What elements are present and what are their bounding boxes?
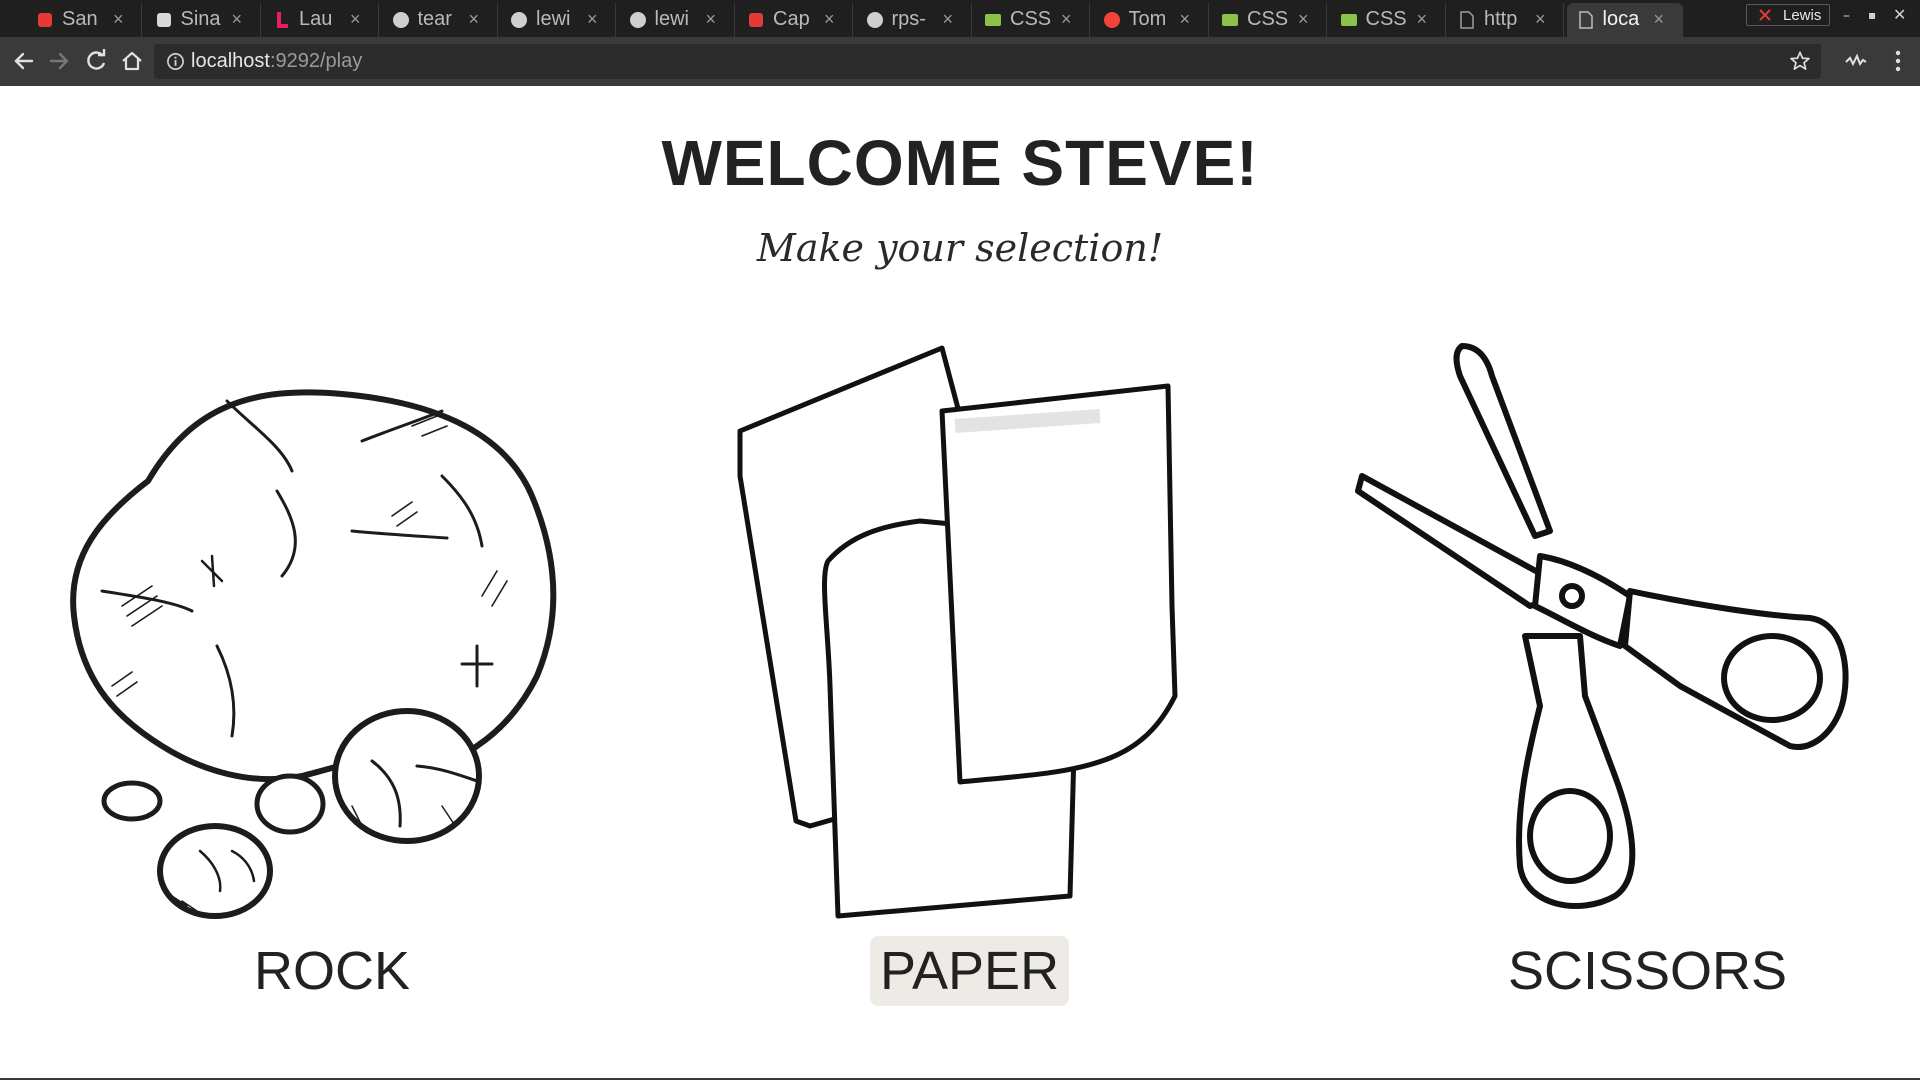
tab-close-icon[interactable]: ×: [469, 9, 480, 30]
browser-tab[interactable]: Tom ×: [1093, 3, 1209, 37]
info-icon: [167, 53, 184, 70]
back-button[interactable]: [10, 47, 38, 75]
tab-title: rps-: [891, 8, 926, 30]
url-host: localhost: [191, 50, 270, 72]
menu-button[interactable]: [1884, 47, 1912, 75]
reload-button[interactable]: [82, 47, 110, 75]
browser-tab[interactable]: Sina ×: [145, 3, 261, 37]
tab-title: Cap: [773, 8, 810, 30]
hat-icon: [156, 13, 171, 27]
tab-close-icon[interactable]: ×: [587, 9, 598, 30]
tab-title: Sina: [180, 8, 221, 30]
tab-title: CSS: [1365, 8, 1407, 30]
tab-title: lewi: [654, 8, 689, 30]
browser-tab[interactable]: rps- ×: [856, 3, 972, 37]
extension-wave-icon: [1845, 53, 1867, 67]
browser-tab[interactable]: CSS ×: [1211, 3, 1327, 37]
welcome-heading: WELCOME STEVE!: [661, 127, 1259, 199]
browser-tab[interactable]: tear ×: [382, 3, 498, 37]
rock-choice[interactable]: ROCK: [22, 306, 622, 1026]
tab-close-icon[interactable]: ×: [350, 9, 361, 30]
extension-button[interactable]: [1842, 47, 1870, 75]
browser-tab[interactable]: http ×: [1448, 3, 1564, 37]
address-bar[interactable]: localhost:9292/play: [154, 44, 1821, 79]
tomato-icon: [1103, 12, 1120, 28]
tab-close-icon[interactable]: ×: [1180, 9, 1191, 30]
tab-title: loca: [1602, 8, 1640, 30]
browser-tab[interactable]: lewi ×: [500, 3, 616, 37]
url-path: :9292/play: [269, 50, 363, 72]
rock-label: ROCK: [254, 941, 411, 1001]
game-page: WELCOME STEVE! Make your selection! ROCK…: [0, 86, 1920, 1080]
github-icon: [629, 12, 646, 28]
tab-close-icon[interactable]: ×: [824, 9, 835, 30]
tab-title: CSS: [1247, 8, 1289, 30]
profile-name: Lewis: [1783, 7, 1822, 24]
css-badge-icon: [985, 14, 1001, 26]
paper-choice[interactable]: PAPER: [660, 306, 1260, 1026]
tab-close-icon[interactable]: ×: [113, 9, 124, 30]
github-icon: [511, 12, 527, 28]
forward-arrow-icon: [49, 52, 69, 70]
bookmark-star-icon[interactable]: [1789, 50, 1811, 72]
tab-title: CSS: [1010, 8, 1052, 30]
tab-strip: San × Sina × Lau × tear × lewi × lewi × Cap × rps- × CSS…: [0, 0, 1920, 37]
url-text: localhost:9292/play: [191, 50, 362, 73]
browser-tab[interactable]: loca ×: [1566, 3, 1683, 37]
scissors-label: SCISSORS: [1508, 941, 1788, 1001]
rock-icon: [70, 389, 557, 919]
window-close-button[interactable]: ✕: [1893, 5, 1906, 24]
tab-title: http: [1484, 8, 1518, 30]
tab-close-icon[interactable]: ×: [1061, 9, 1072, 30]
home-icon: [122, 51, 142, 71]
tab-title: lewi: [536, 8, 571, 30]
browser-tab[interactable]: CSS ×: [1330, 3, 1446, 37]
red-bank-icon: [749, 13, 763, 27]
forward-button[interactable]: [45, 47, 73, 75]
tab-close-icon[interactable]: ×: [706, 9, 717, 30]
page-icon: [1460, 11, 1474, 29]
github-icon: [866, 12, 883, 28]
tab-close-icon[interactable]: ×: [943, 9, 954, 30]
scissors-icon: [1355, 343, 1849, 909]
browser-tab[interactable]: lewi ×: [619, 3, 735, 37]
tab-title: tear: [417, 8, 452, 30]
github-icon: [392, 12, 409, 28]
back-arrow-icon: [14, 52, 34, 70]
css-badge-icon: [1340, 14, 1357, 26]
tab-close-icon[interactable]: ×: [1535, 9, 1546, 30]
scissors-choice[interactable]: SCISSORS: [1330, 306, 1920, 1026]
tab-close-icon[interactable]: ×: [1417, 9, 1428, 30]
tab-close-icon[interactable]: ×: [232, 9, 243, 30]
paper-icon: [737, 345, 1178, 919]
browser-tab[interactable]: Lau ×: [263, 3, 379, 37]
profile-icon: [1759, 9, 1771, 21]
profile-button[interactable]: Lewis: [1746, 4, 1830, 26]
css-badge-icon: [1222, 14, 1238, 26]
maximize-button[interactable]: ▪: [1868, 8, 1876, 22]
tab-title: San: [62, 8, 98, 30]
minimize-button[interactable]: –: [1843, 8, 1850, 24]
l-logo-icon: [277, 12, 288, 28]
browser-toolbar: localhost:9292/play: [0, 37, 1920, 86]
reload-icon: [87, 49, 106, 70]
tab-title: Lau: [299, 8, 333, 30]
page-icon: [1578, 11, 1593, 29]
selection-prompt: Make your selection!: [756, 226, 1164, 270]
tab-title: Tom: [1128, 8, 1167, 30]
browser-tab[interactable]: Cap ×: [737, 3, 853, 37]
browser-tab[interactable]: San ×: [26, 3, 142, 37]
red-bank-icon: [38, 13, 52, 27]
home-button[interactable]: [118, 47, 146, 75]
paper-label: PAPER: [870, 936, 1070, 1006]
kebab-menu-icon: [1895, 50, 1901, 72]
tab-close-icon[interactable]: ×: [1298, 9, 1309, 30]
tab-close-icon[interactable]: ×: [1654, 9, 1665, 30]
browser-tab[interactable]: CSS ×: [974, 3, 1090, 37]
